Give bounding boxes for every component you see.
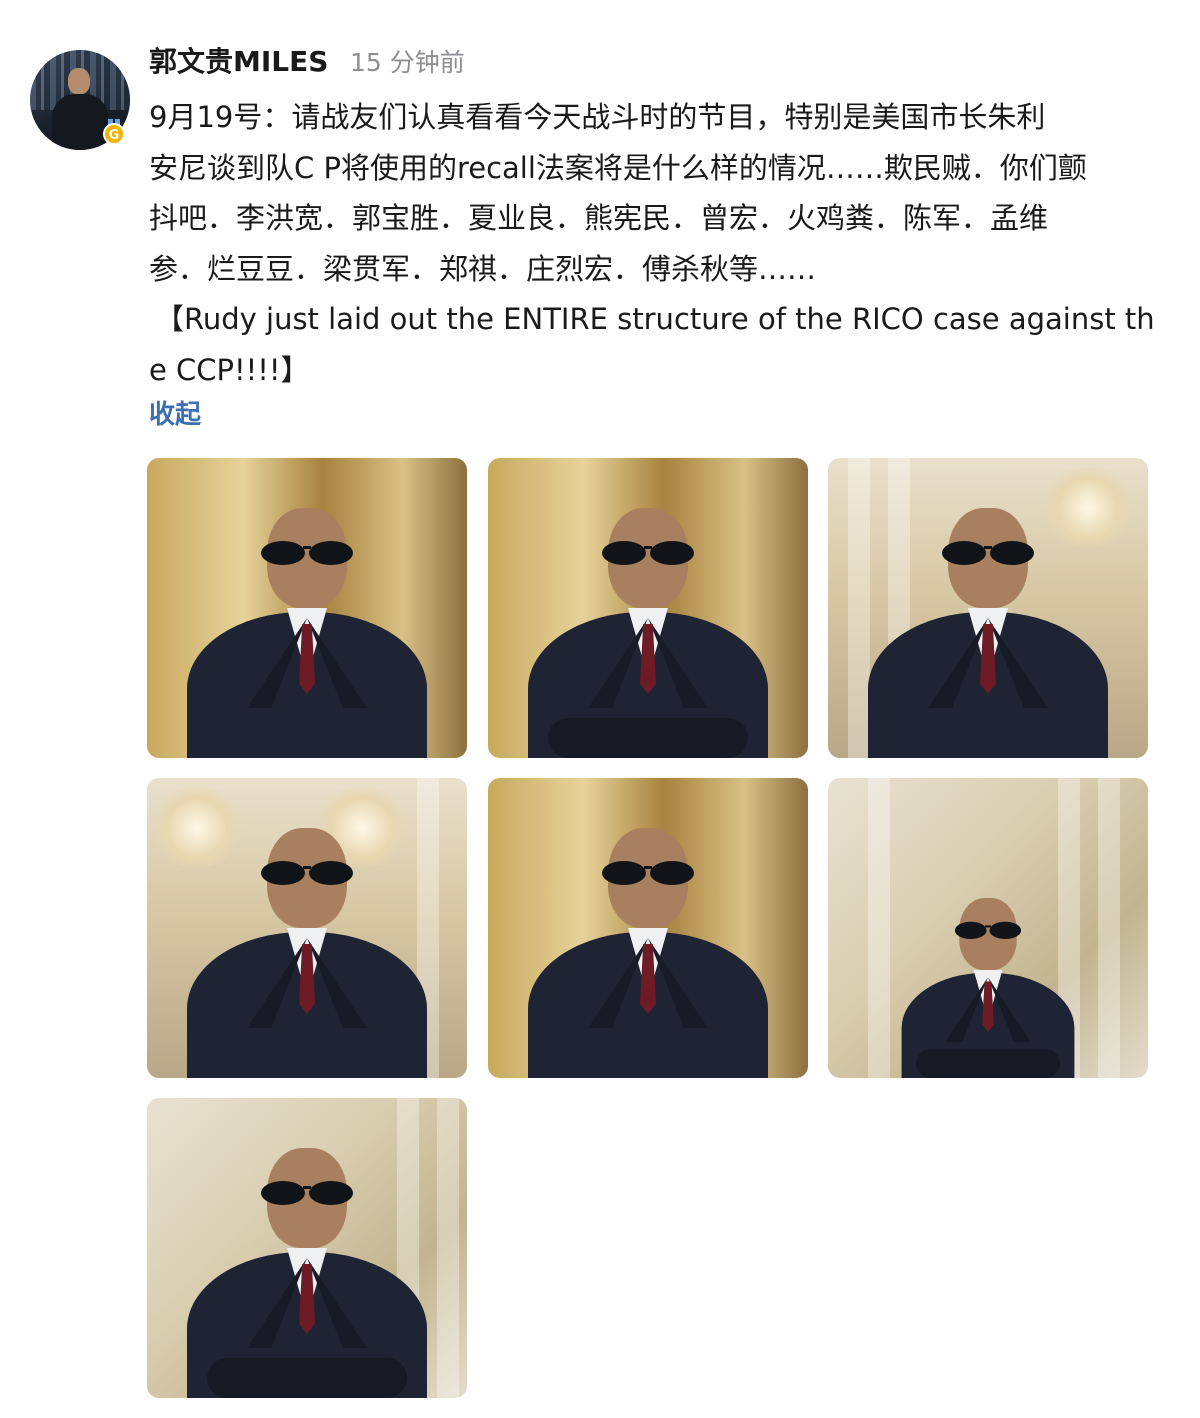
post-timestamp: 15 分钟前 xyxy=(350,48,465,77)
person-figure xyxy=(528,508,768,758)
photo-4[interactable] xyxy=(147,778,467,1078)
post-text: 9月19号：请战友们认真看看今天战斗时的节目，特别是美国市长朱利安尼谈到队C P… xyxy=(149,92,1164,395)
verified-badge-icon: G xyxy=(103,119,125,145)
post-line: 参．烂豆豆．梁贯军．郑祺．庄烈宏．傅杀秋等…… xyxy=(149,251,817,286)
avatar-figure-head xyxy=(68,68,90,94)
photo-2[interactable] xyxy=(488,458,808,758)
person-figure xyxy=(187,828,427,1078)
collapse-link[interactable]: 收起 xyxy=(149,394,201,436)
post-line: 9月19号：请战友们认真看看今天战斗时的节目，特别是美国市长朱利 xyxy=(149,100,1046,134)
photo-3[interactable] xyxy=(828,458,1148,758)
person-figure xyxy=(528,828,768,1078)
author-name[interactable]: 郭文贵MILES xyxy=(149,43,328,81)
post-line: 安尼谈到队C P将使用的recall法案将是什么样的情况……欺民贼．你们颤 xyxy=(149,150,1087,185)
photo-1[interactable] xyxy=(147,458,467,758)
post-line: e CCP!!!!】 xyxy=(149,352,310,387)
avatar-figure-body xyxy=(52,94,108,150)
photo-7[interactable] xyxy=(147,1098,467,1398)
post-line: 【Rudy just laid out the ENTIRE structure… xyxy=(155,302,1155,336)
sunglasses-icon xyxy=(261,541,353,565)
sunglasses-icon xyxy=(602,541,694,565)
person-figure xyxy=(187,1148,427,1398)
person-figure xyxy=(901,898,1075,1078)
photo-5[interactable] xyxy=(488,778,808,1078)
photo-6[interactable] xyxy=(828,778,1148,1078)
sunglasses-icon xyxy=(602,861,694,885)
sunglasses-icon xyxy=(942,541,1034,565)
person-figure xyxy=(868,508,1108,758)
sunglasses-icon xyxy=(261,1181,353,1205)
post-line: 抖吧．李洪宽．郭宝胜．夏业良．熊宪民．曾宏．火鸡粪．陈军．孟维 xyxy=(149,201,1049,235)
svg-text:G: G xyxy=(109,128,120,143)
sunglasses-icon xyxy=(954,921,1022,940)
person-figure xyxy=(187,508,427,758)
sunglasses-icon xyxy=(261,861,353,885)
